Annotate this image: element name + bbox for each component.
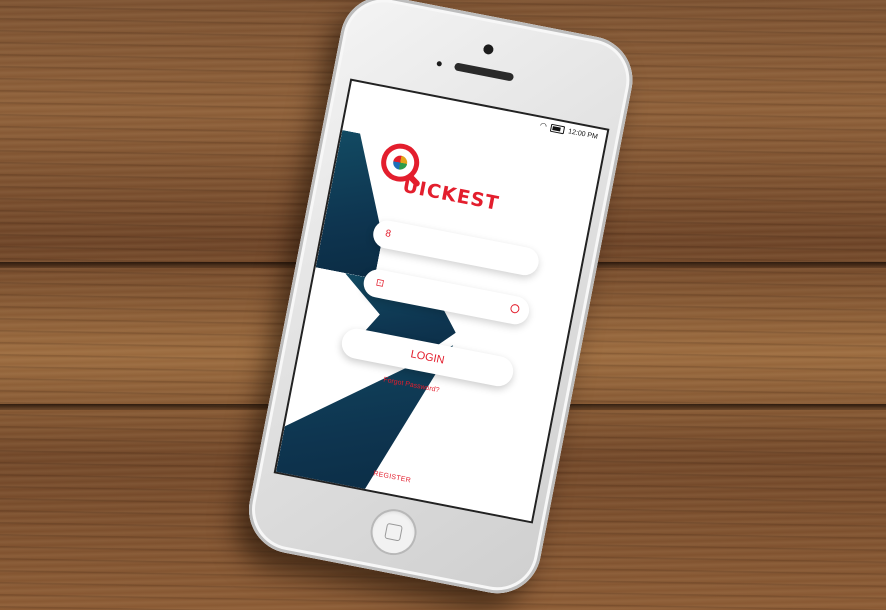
home-button[interactable]: [366, 505, 421, 560]
wooden-table-background: ◠ 12:00 PM UICKEST 8 ⊡ LOGIN Forgot Pass…: [0, 0, 886, 610]
register-link[interactable]: REGISTER: [373, 470, 412, 484]
username-input[interactable]: [398, 227, 525, 273]
user-icon: 8: [384, 228, 392, 241]
app-screen: ◠ 12:00 PM UICKEST 8 ⊡ LOGIN Forgot Pass…: [273, 78, 610, 524]
front-camera: [482, 43, 495, 56]
earpiece-speaker: [453, 62, 515, 82]
battery-icon: [549, 123, 566, 135]
status-bar: ◠ 12:00 PM: [349, 81, 607, 146]
eye-icon[interactable]: [509, 303, 521, 314]
status-time: 12:00 PM: [567, 127, 599, 141]
phone-device: ◠ 12:00 PM UICKEST 8 ⊡ LOGIN Forgot Pass…: [241, 0, 640, 601]
lock-icon: ⊡: [374, 277, 386, 290]
wifi-icon: ◠: [539, 120, 548, 131]
logo-text: UICKEST: [400, 174, 501, 216]
logo-colorwheel-icon: [391, 154, 409, 171]
app-logo: UICKEST: [374, 140, 532, 224]
username-field[interactable]: 8: [370, 218, 542, 278]
proximity-sensor: [436, 60, 443, 67]
status-indicators: ◠ 12:00 PM: [539, 120, 599, 141]
